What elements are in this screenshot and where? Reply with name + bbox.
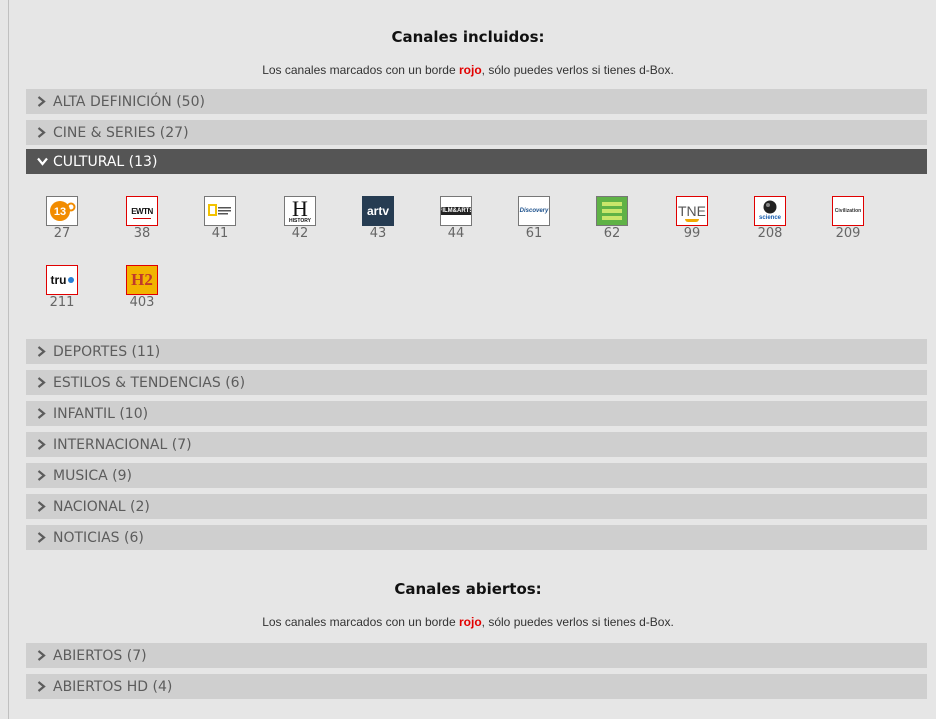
channel-208[interactable]: science 208 bbox=[740, 196, 800, 241]
category-label: MUSICA (9) bbox=[53, 467, 132, 484]
category-label: INTERNACIONAL (7) bbox=[53, 436, 192, 453]
channel-61[interactable]: Discovery 61 bbox=[504, 196, 564, 241]
channel-42[interactable]: H HISTORY 42 bbox=[270, 196, 330, 241]
discovery-logo: Discovery bbox=[518, 196, 550, 226]
category-deportes[interactable]: DEPORTES (11) bbox=[26, 339, 927, 364]
chevron-right-icon bbox=[37, 127, 53, 138]
animal-planet-logo bbox=[596, 196, 628, 226]
channel-number: 62 bbox=[603, 226, 621, 241]
open-channels-heading: Canales abiertos: bbox=[394, 580, 542, 598]
page-left-border bbox=[8, 0, 9, 719]
channel-number: 41 bbox=[211, 226, 229, 241]
category-nacional[interactable]: NACIONAL (2) bbox=[26, 494, 927, 519]
category-infantil[interactable]: INFANTIL (10) bbox=[26, 401, 927, 426]
category-estilos-tendencias[interactable]: ESTILOS & TENDENCIAS (6) bbox=[26, 370, 927, 395]
category-noticias[interactable]: NOTICIAS (6) bbox=[26, 525, 927, 550]
category-label: INFANTIL (10) bbox=[53, 405, 149, 422]
logo-text: Civilization bbox=[834, 208, 862, 214]
included-channels-heading: Canales incluidos: bbox=[391, 28, 545, 46]
channel-number: 27 bbox=[53, 226, 71, 241]
channel-number: 42 bbox=[291, 226, 309, 241]
note-text-before: Los canales marcados con un borde bbox=[262, 63, 459, 77]
chevron-right-icon bbox=[37, 501, 53, 512]
chevron-right-icon bbox=[37, 439, 53, 450]
channel-38[interactable]: EWTN 38 bbox=[112, 196, 172, 241]
category-internacional[interactable]: INTERNACIONAL (7) bbox=[26, 432, 927, 457]
artv-logo: artv bbox=[362, 196, 394, 226]
included-channels-note: Los canales marcados con un borde rojo, … bbox=[0, 63, 936, 77]
chevron-right-icon bbox=[37, 408, 53, 419]
category-label: ALTA DEFINICIÓN (50) bbox=[53, 93, 205, 110]
channel-number: 208 bbox=[757, 226, 783, 241]
science-logo: science bbox=[754, 196, 786, 226]
channel-number: 209 bbox=[835, 226, 861, 241]
category-cultural[interactable]: CULTURAL (13) bbox=[26, 149, 927, 174]
category-label: CINE & SERIES (27) bbox=[53, 124, 189, 141]
channel-number: 61 bbox=[525, 226, 543, 241]
channel-number: 403 bbox=[129, 295, 155, 310]
cultural-channel-grid: 13 27 EWTN 38 41 H HISTORY 42 artv 43 FI… bbox=[26, 196, 927, 331]
chevron-right-icon bbox=[37, 377, 53, 388]
channel-62[interactable]: 62 bbox=[582, 196, 642, 241]
ewtn-logo: EWTN bbox=[126, 196, 158, 226]
chevron-right-icon bbox=[37, 650, 53, 661]
chevron-right-icon bbox=[37, 532, 53, 543]
channel-43[interactable]: artv 43 bbox=[348, 196, 408, 241]
chevron-right-icon bbox=[37, 96, 53, 107]
note-red-word: rojo bbox=[459, 63, 482, 77]
chevron-right-icon bbox=[37, 346, 53, 357]
channel-number: 43 bbox=[369, 226, 387, 241]
category-label: ABIERTOS HD (4) bbox=[53, 678, 173, 695]
logo-text: artv bbox=[366, 204, 389, 218]
channel-44[interactable]: FILM&ARTS 44 bbox=[426, 196, 486, 241]
channel-209[interactable]: Civilization 209 bbox=[818, 196, 878, 241]
channel-41[interactable]: 41 bbox=[190, 196, 250, 241]
note-text-before: Los canales marcados con un borde bbox=[262, 615, 459, 629]
logo-text: tru bbox=[50, 273, 67, 287]
channel-number: 38 bbox=[133, 226, 151, 241]
logo-text: HISTORY bbox=[289, 218, 311, 224]
open-channels-note: Los canales marcados con un borde rojo, … bbox=[0, 615, 936, 629]
note-text-after: , sólo puedes verlos si tienes d-Box. bbox=[481, 63, 674, 77]
channel-99[interactable]: TNE 99 bbox=[662, 196, 722, 241]
national-geographic-logo bbox=[204, 196, 236, 226]
h2-logo: H2 bbox=[126, 265, 158, 295]
channel-211[interactable]: tru 211 bbox=[32, 265, 92, 310]
logo-text: 13 bbox=[54, 206, 66, 218]
tru-tv-logo: tru bbox=[46, 265, 78, 295]
logo-text: EWTN bbox=[131, 206, 153, 216]
channel-number: 211 bbox=[49, 295, 75, 310]
category-label: CULTURAL (13) bbox=[53, 153, 158, 170]
chevron-right-icon bbox=[37, 681, 53, 692]
channel-27[interactable]: 13 27 bbox=[32, 196, 92, 241]
category-abiertos-hd[interactable]: ABIERTOS HD (4) bbox=[26, 674, 927, 699]
category-musica[interactable]: MUSICA (9) bbox=[26, 463, 927, 488]
category-abiertos[interactable]: ABIERTOS (7) bbox=[26, 643, 927, 668]
chevron-down-icon bbox=[37, 157, 53, 166]
logo-text: TNE bbox=[678, 203, 706, 219]
category-label: NOTICIAS (6) bbox=[53, 529, 144, 546]
logo-text: science bbox=[758, 215, 782, 221]
history-logo: H HISTORY bbox=[284, 196, 316, 226]
logo-text: H2 bbox=[131, 270, 153, 289]
note-text-after: , sólo puedes verlos si tienes d-Box. bbox=[481, 615, 674, 629]
film-arts-logo: FILM&ARTS bbox=[440, 196, 472, 226]
tne-logo: TNE bbox=[676, 196, 708, 226]
chevron-right-icon bbox=[37, 470, 53, 481]
category-label: NACIONAL (2) bbox=[53, 498, 150, 515]
channel-number: 99 bbox=[683, 226, 701, 241]
note-red-word: rojo bbox=[459, 615, 482, 629]
channel-number: 44 bbox=[447, 226, 465, 241]
category-cine-series[interactable]: CINE & SERIES (27) bbox=[26, 120, 927, 145]
category-label: ESTILOS & TENDENCIAS (6) bbox=[53, 374, 246, 391]
channel-403[interactable]: H2 403 bbox=[112, 265, 172, 310]
category-label: DEPORTES (11) bbox=[53, 343, 161, 360]
discovery-civilization-logo: Civilization bbox=[832, 196, 864, 226]
13c-logo: 13 bbox=[46, 196, 78, 226]
logo-text: FILM&ARTS bbox=[441, 207, 471, 215]
category-label: ABIERTOS (7) bbox=[53, 647, 147, 664]
category-alta-definicion[interactable]: ALTA DEFINICIÓN (50) bbox=[26, 89, 927, 114]
logo-text: Discovery bbox=[519, 208, 549, 214]
